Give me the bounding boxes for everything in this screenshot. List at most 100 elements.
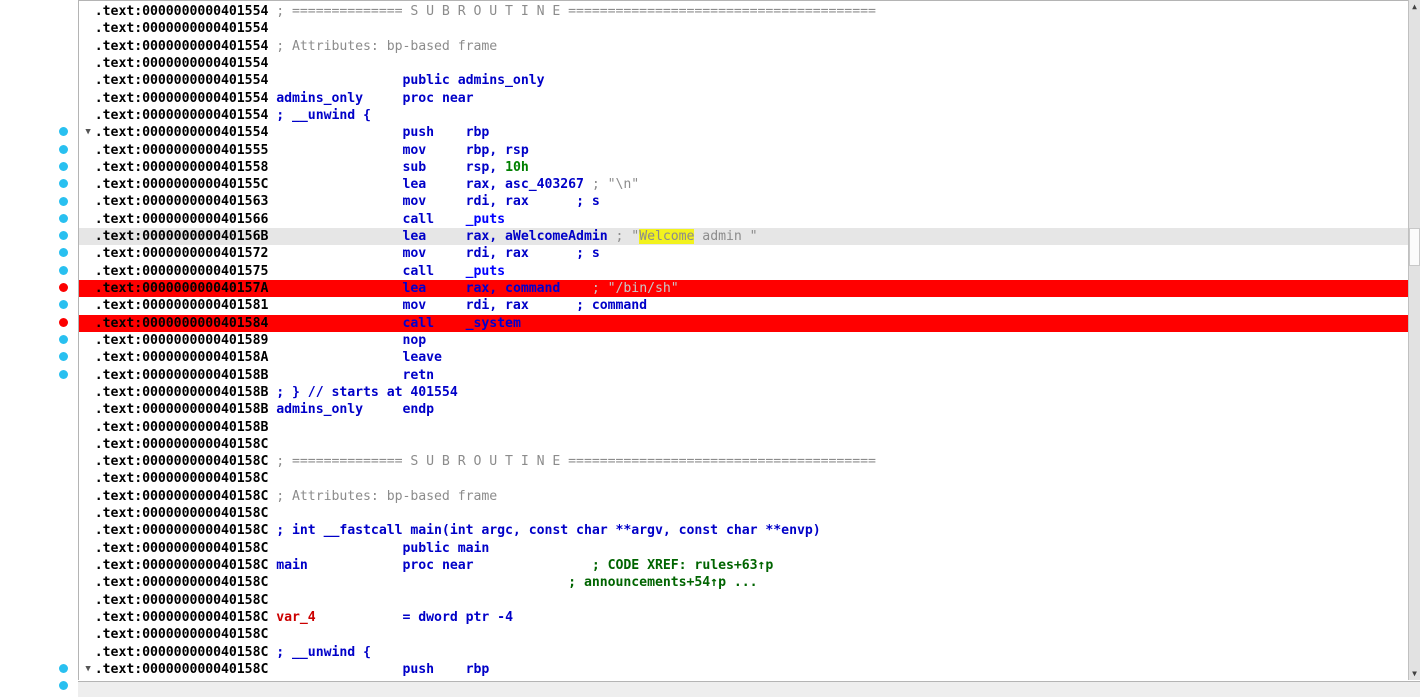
- line-address: .text:000000000040158C: [94, 609, 277, 625]
- line-token: 10h: [505, 159, 529, 175]
- disassembly-line[interactable]: .text:000000000040157A lea rax, command …: [79, 280, 1408, 298]
- line-address: .text:000000000040158B: [94, 402, 277, 418]
- disassembly-line[interactable]: .text:0000000000401566 call _puts: [79, 211, 1408, 228]
- disassembly-line[interactable]: ▼ .text:0000000000401554 push rbp: [79, 124, 1408, 141]
- disassembly-line[interactable]: .text:000000000040158B: [79, 419, 1408, 436]
- scroll-down-arrow-icon[interactable]: ▼: [1409, 667, 1420, 680]
- line-token: Welcome: [639, 229, 695, 245]
- disassembly-line[interactable]: .text:000000000040158C ; Attributes: bp-…: [79, 488, 1408, 505]
- instruction-dot-icon[interactable]: [59, 300, 68, 310]
- scroll-up-arrow-icon[interactable]: ▲: [1409, 0, 1420, 13]
- status-bar: 0000156B 000000000040156B: admins_only+1…: [78, 681, 1420, 697]
- scrollbar-thumb[interactable]: [1409, 228, 1420, 266]
- instruction-dot-icon[interactable]: [59, 231, 68, 241]
- line-token: = dword ptr -4: [402, 609, 514, 625]
- line-token: ; Attributes: bp-based frame: [276, 488, 498, 504]
- line-address: .text:000000000040158C: [94, 471, 277, 487]
- line-address: .text:0000000000401554: [94, 73, 277, 89]
- line-token: ; ==============: [276, 454, 403, 470]
- disassembly-line[interactable]: .text:000000000040158C ; int __fastcall …: [79, 522, 1408, 539]
- instruction-dot-icon[interactable]: [59, 161, 68, 171]
- disassembly-line[interactable]: .text:0000000000401572 mov rdi, rax ; s: [79, 245, 1408, 262]
- line-address: .text:0000000000401554: [94, 21, 277, 37]
- disassembly-line[interactable]: .text:0000000000401554 admins_only proc …: [79, 90, 1408, 107]
- breakpoint-dot-icon[interactable]: [59, 283, 68, 293]
- line-address: .text:000000000040158C: [94, 644, 277, 660]
- line-address: .text:0000000000401581: [94, 298, 277, 314]
- disassembly-line[interactable]: .text:000000000040158A leave: [79, 349, 1408, 366]
- vertical-scrollbar[interactable]: ▲ ▼: [1408, 0, 1420, 680]
- disassembly-line[interactable]: .text:0000000000401554 ; Attributes: bp-…: [79, 38, 1408, 55]
- disassembly-line[interactable]: .text:000000000040158C main proc near ; …: [79, 557, 1408, 574]
- disassembly-line[interactable]: .text:000000000040158B admins_only endp: [79, 401, 1408, 418]
- instruction-dot-icon[interactable]: [59, 681, 68, 691]
- line-token: sub rsp,: [276, 159, 506, 175]
- disassembly-line[interactable]: .text:000000000040158C: [79, 436, 1408, 453]
- disassembly-line[interactable]: .text:0000000000401581 mov rdi, rax ; co…: [79, 297, 1408, 314]
- disassembly-line[interactable]: .text:000000000040158C ; ============== …: [79, 453, 1408, 470]
- instruction-dot-icon[interactable]: [59, 248, 68, 258]
- disassembly-line[interactable]: .text:000000000040158C: [79, 626, 1408, 643]
- disassembly-line[interactable]: ▼ .text:000000000040158C push rbp: [79, 661, 1408, 678]
- line-token: [316, 610, 403, 625]
- disassembly-line[interactable]: .text:0000000000401554 ; ============== …: [79, 3, 1408, 20]
- disassembly-line[interactable]: .text:000000000040155C lea rax, asc_4032…: [79, 176, 1408, 193]
- instruction-dot-icon[interactable]: [59, 196, 68, 206]
- line-token: ; int __fastcall main(int argc, const ch…: [276, 523, 821, 539]
- disassembly-line[interactable]: .text:000000000040158C: [79, 592, 1408, 609]
- instruction-dot-icon[interactable]: [59, 213, 68, 223]
- disassembly-code-pane[interactable]: .text:0000000000401554 ; ============== …: [78, 0, 1408, 680]
- line-token: [363, 91, 402, 106]
- collapse-triangle-icon[interactable]: ▼: [82, 124, 94, 141]
- collapse-triangle-icon[interactable]: ▼: [82, 661, 94, 678]
- line-address: .text:000000000040158A: [94, 350, 277, 366]
- instruction-dot-icon[interactable]: [59, 265, 68, 275]
- line-address: .text:0000000000401572: [94, 246, 277, 262]
- instruction-dot-icon[interactable]: [59, 352, 68, 362]
- disassembly-line[interactable]: .text:0000000000401554: [79, 20, 1408, 37]
- disassembly-line[interactable]: .text:000000000040158C public main: [79, 540, 1408, 557]
- disassembly-line[interactable]: .text:000000000040158B retn: [79, 367, 1408, 384]
- line-address: .text:0000000000401554: [94, 107, 277, 123]
- disassembly-line[interactable]: .text:000000000040158C var_4 = dword ptr…: [79, 609, 1408, 626]
- disassembly-line[interactable]: .text:0000000000401554 public admins_onl…: [79, 72, 1408, 89]
- line-address: .text:0000000000401554: [94, 4, 277, 19]
- disassembly-line[interactable]: .text:0000000000401554: [79, 55, 1408, 72]
- line-address: .text:000000000040158C: [94, 592, 277, 608]
- line-token: [474, 558, 592, 573]
- disassembly-line[interactable]: .text:0000000000401589 nop: [79, 332, 1408, 349]
- disassembly-line[interactable]: .text:0000000000401563 mov rdi, rax ; s: [79, 193, 1408, 210]
- breakpoint-gutter[interactable]: [0, 0, 78, 691]
- disassembly-line[interactable]: .text:0000000000401575 call _puts: [79, 263, 1408, 280]
- disassembly-line[interactable]: .text:000000000040158D mov rbp, rsp: [79, 678, 1408, 680]
- instruction-dot-icon[interactable]: [59, 335, 68, 345]
- disassembly-line[interactable]: .text:000000000040158C: [79, 505, 1408, 522]
- disassembly-line[interactable]: .text:000000000040158C: [79, 470, 1408, 487]
- disassembly-line[interactable]: .text:0000000000401555 mov rbp, rsp: [79, 142, 1408, 159]
- line-address: .text:0000000000401555: [94, 142, 277, 158]
- disassembly-line[interactable]: .text:0000000000401584 call _system: [79, 314, 1408, 332]
- line-token: ; announcements+54↑p ...: [568, 575, 758, 591]
- line-token: public main: [276, 540, 490, 556]
- breakpoint-dot-icon[interactable]: [59, 317, 68, 327]
- instruction-dot-icon[interactable]: [59, 179, 68, 189]
- line-token: mov rdi, rax: [276, 246, 577, 262]
- line-token: ; ": [615, 229, 640, 245]
- instruction-dot-icon[interactable]: [59, 664, 68, 674]
- instruction-dot-icon[interactable]: [59, 369, 68, 379]
- disassembly-line[interactable]: .text:000000000040158B ; } // starts at …: [79, 384, 1408, 401]
- instruction-dot-icon[interactable]: [59, 127, 68, 137]
- line-address: .text:000000000040158C: [94, 575, 277, 591]
- disassembly-line[interactable]: .text:000000000040158C ; announcements+5…: [79, 574, 1408, 591]
- line-token: S U B R O U T I N E: [402, 4, 569, 19]
- disassembly-line[interactable]: .text:0000000000401558 sub rsp, 10h: [79, 159, 1408, 176]
- disassembly-line[interactable]: .text:000000000040158C ; __unwind {: [79, 644, 1408, 661]
- line-token: [363, 402, 402, 417]
- line-address: .text:0000000000401554: [94, 90, 277, 106]
- line-token: [560, 281, 592, 296]
- disassembly-line[interactable]: .text:0000000000401554 ; __unwind {: [79, 107, 1408, 124]
- line-address: .text:000000000040158D: [95, 679, 276, 680]
- line-address: .text:000000000040158C: [94, 454, 277, 470]
- disassembly-line[interactable]: .text:000000000040156B lea rax, aWelcome…: [79, 228, 1408, 246]
- instruction-dot-icon[interactable]: [59, 144, 68, 154]
